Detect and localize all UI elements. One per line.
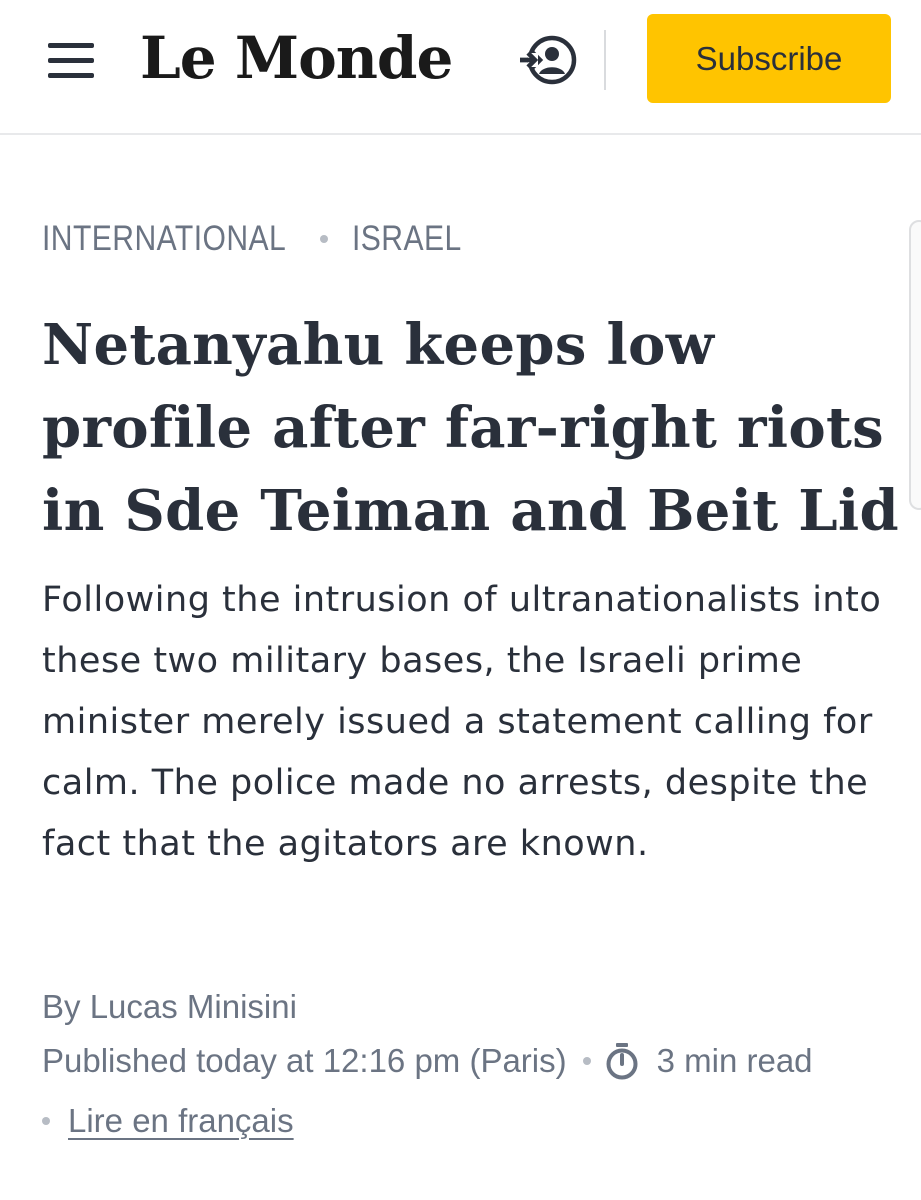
lang-separator <box>42 1117 50 1125</box>
french-version-link[interactable]: Lire en français <box>68 1102 294 1140</box>
timer-icon <box>606 1043 638 1080</box>
language-switch: Lire en français <box>42 1095 294 1147</box>
read-time: 3 min read <box>656 1042 813 1079</box>
hamburger-menu-icon[interactable] <box>46 41 98 81</box>
article-standfirst: Following the intrusion of ultranational… <box>42 580 882 864</box>
login-arrow-user-svg <box>520 35 577 85</box>
author-link[interactable]: Lucas Minisini <box>90 988 297 1025</box>
menu-bar <box>48 58 94 63</box>
published-date: Published today at 12:16 pm (Paris) <box>42 1042 567 1079</box>
breadcrumb-separator <box>319 235 328 243</box>
top-header: Le Monde Subscribe <box>0 0 921 135</box>
byline: By Lucas Minisini <box>42 982 297 1032</box>
meta-separator <box>582 1057 591 1065</box>
login-user-icon[interactable] <box>518 33 580 87</box>
le-monde-logo[interactable]: Le Monde <box>140 22 453 94</box>
menu-bar <box>48 43 94 48</box>
byline-prefix: By <box>42 988 81 1025</box>
breadcrumb-international[interactable]: INTERNATIONAL <box>42 219 286 259</box>
subscribe-button[interactable]: Subscribe <box>647 14 891 103</box>
breadcrumb-israel[interactable]: ISRAEL <box>352 219 462 259</box>
article-headline: Netanyahu keeps low profile after far-ri… <box>42 312 899 544</box>
scrollbar-thumb[interactable] <box>909 220 921 510</box>
menu-bar <box>48 73 94 78</box>
header-divider <box>604 30 606 90</box>
breadcrumb: INTERNATIONAL ISRAEL <box>42 214 479 264</box>
publication-meta: Published today at 12:16 pm (Paris) 3 mi… <box>42 1035 813 1087</box>
